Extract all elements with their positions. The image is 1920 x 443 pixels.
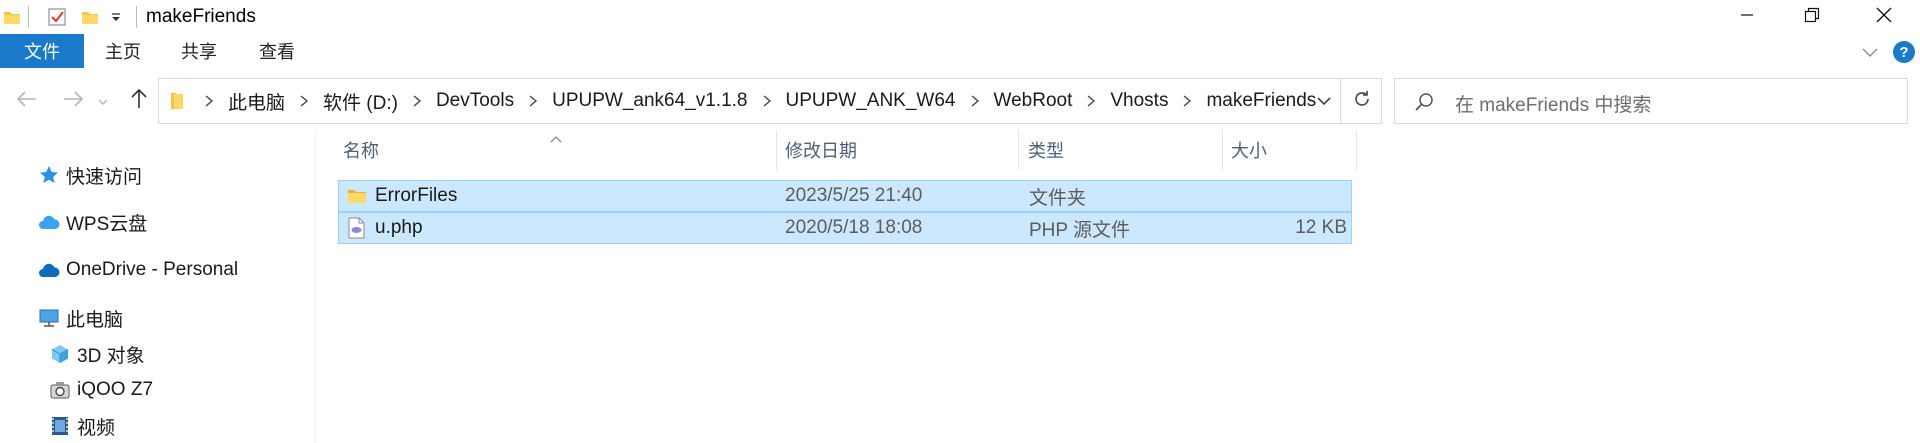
close-button[interactable] (1855, 0, 1913, 34)
file-name: u.php (375, 217, 423, 238)
chevron-right-icon[interactable] (961, 94, 989, 108)
breadcrumb-devtools[interactable]: DevTools (431, 90, 519, 112)
tab-home[interactable]: 主页 (96, 34, 150, 68)
video-icon (48, 414, 72, 438)
column-divider[interactable] (1222, 130, 1223, 170)
nav-item-label: 快速访问 (66, 166, 143, 188)
nav-item-label: 3D 对象 (77, 345, 145, 367)
chevron-right-icon[interactable] (1173, 94, 1201, 108)
breadcrumb-upupw[interactable]: UPUPW_ank64_v1.1.8 (547, 90, 752, 112)
folder-icon (347, 181, 367, 211)
file-type: PHP 源文件 (1029, 219, 1131, 241)
php-file-icon (347, 213, 365, 243)
nav-item-onedrive[interactable]: OneDrive - Personal (37, 256, 238, 284)
new-folder-icon[interactable] (80, 7, 100, 27)
chevron-down-icon (97, 91, 109, 112)
tab-share[interactable]: 共享 (172, 34, 226, 68)
breadcrumb-drive-d[interactable]: 软件 (D:) (318, 88, 403, 115)
toolbar-separator (136, 6, 137, 28)
cube-icon (48, 342, 72, 366)
breadcrumb: 此电脑 软件 (D:) DevTools UPUPW_ank64_v1.1.8 … (169, 79, 1321, 123)
recent-locations-button[interactable] (94, 88, 112, 114)
nav-item-iqoo[interactable]: iQOO Z7 (48, 376, 153, 404)
back-button[interactable] (12, 88, 42, 114)
file-type: 文件夹 (1029, 187, 1087, 209)
tab-view[interactable]: 查看 (250, 34, 304, 68)
chevron-right-icon[interactable] (290, 94, 318, 108)
chevron-right-icon[interactable] (403, 94, 431, 108)
star-icon (37, 163, 61, 187)
minimize-button[interactable] (1718, 0, 1776, 34)
chevron-right-icon[interactable] (519, 94, 547, 108)
window-title: makeFriends (146, 6, 256, 27)
file-name: ErrorFiles (375, 185, 458, 206)
expand-ribbon-icon[interactable] (1860, 42, 1880, 62)
phone-camera-icon (48, 378, 72, 402)
minimize-icon (1739, 7, 1755, 28)
nav-item-label: iQOO Z7 (77, 379, 154, 400)
up-button[interactable] (124, 88, 154, 114)
search-input[interactable]: 在 makeFriends 中搜索 (1455, 90, 1651, 117)
column-header-size[interactable]: 大小 (1231, 130, 1351, 170)
nav-item-videos[interactable]: 视频 (48, 412, 115, 440)
search-icon (1413, 91, 1435, 118)
navigation-pane: 快速访问 WPS云盘 OneDrive - Personal 此电脑 3D 对象… (0, 130, 315, 443)
close-icon (1875, 6, 1893, 29)
help-button[interactable]: ? (1893, 41, 1915, 63)
customize-toolbar-icon[interactable] (108, 7, 124, 27)
chevron-right-icon[interactable] (1077, 94, 1105, 108)
address-history-button[interactable] (1305, 79, 1341, 123)
forward-button[interactable] (58, 88, 88, 114)
arrow-left-icon (16, 90, 38, 113)
chevron-right-icon[interactable] (753, 94, 781, 108)
nav-item-quick-access[interactable]: 快速访问 (37, 161, 142, 189)
column-header-date[interactable]: 修改日期 (785, 130, 1015, 170)
address-divider (1340, 79, 1341, 123)
onedrive-icon (37, 258, 61, 282)
file-date: 2020/5/18 18:08 (785, 217, 923, 238)
chevron-right-icon[interactable] (195, 94, 223, 108)
table-row[interactable]: u.php 2020/5/18 18:08 PHP 源文件 12 KB (338, 212, 1352, 244)
arrow-up-icon (130, 88, 148, 115)
column-divider[interactable] (1356, 130, 1357, 170)
refresh-button[interactable] (1342, 78, 1382, 124)
column-header-name[interactable]: 名称 (343, 130, 773, 170)
file-date: 2023/5/25 21:40 (785, 185, 923, 206)
column-divider[interactable] (1018, 130, 1019, 170)
table-row[interactable]: ErrorFiles 2023/5/25 21:40 文件夹 (338, 180, 1352, 212)
column-header-type[interactable]: 类型 (1028, 130, 1218, 170)
tab-file[interactable]: 文件 (0, 34, 84, 68)
file-size: 12 KB (1295, 217, 1347, 238)
nav-item-label: 视频 (77, 417, 116, 439)
properties-icon[interactable] (46, 7, 68, 27)
nav-item-label: 此电脑 (66, 309, 124, 331)
chevron-down-icon (1316, 91, 1332, 112)
breadcrumb-this-pc[interactable]: 此电脑 (223, 88, 290, 115)
folder-icon (169, 91, 187, 111)
toolbar-separator (28, 6, 29, 28)
nav-item-wps-cloud[interactable]: WPS云盘 (37, 208, 147, 236)
nav-item-label: OneDrive - Personal (66, 259, 239, 280)
restore-icon (1803, 6, 1821, 29)
nav-item-this-pc[interactable]: 此电脑 (37, 304, 123, 332)
ribbon-tabs: 文件 主页 共享 查看 ? (0, 34, 1920, 70)
breadcrumb-webroot[interactable]: WebRoot (989, 90, 1078, 112)
pane-divider (315, 130, 316, 443)
breadcrumb-upupw-w64[interactable]: UPUPW_ANK_W64 (781, 90, 961, 112)
breadcrumb-vhosts[interactable]: Vhosts (1105, 90, 1173, 112)
arrow-right-icon (62, 90, 84, 113)
nav-item-label: WPS云盘 (66, 213, 148, 235)
folder-icon (2, 7, 22, 27)
maximize-button[interactable] (1783, 0, 1841, 34)
nav-item-3d-objects[interactable]: 3D 对象 (48, 340, 145, 368)
computer-icon (37, 306, 61, 330)
cloud-icon (37, 210, 61, 234)
refresh-icon (1352, 89, 1372, 114)
title-bar: makeFriends (0, 0, 1920, 34)
address-bar[interactable]: 此电脑 软件 (D:) DevTools UPUPW_ank64_v1.1.8 … (158, 78, 1382, 124)
search-box[interactable]: 在 makeFriends 中搜索 (1394, 78, 1908, 124)
column-divider[interactable] (776, 130, 777, 170)
breadcrumb-makefriends[interactable]: makeFriends (1201, 90, 1321, 112)
